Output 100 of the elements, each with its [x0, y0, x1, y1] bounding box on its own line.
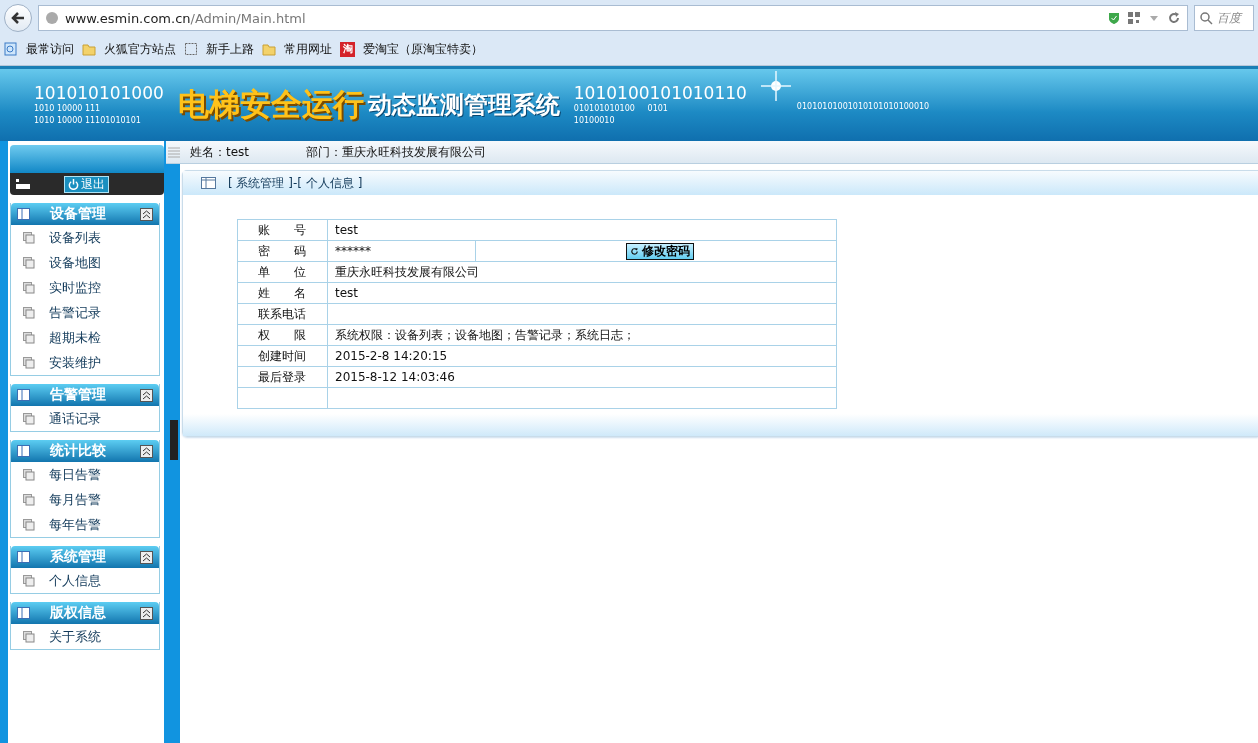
refresh-icon — [629, 246, 639, 256]
binary-text: 01010101001010101010100010 — [796, 102, 930, 111]
pages-icon — [23, 412, 35, 425]
table-cell: ****** — [327, 240, 476, 262]
chevrons-up-icon — [142, 552, 151, 562]
menu-item[interactable]: 实时监控 — [11, 275, 159, 300]
pages-icon — [23, 356, 35, 369]
system-title: 电梯安全运行 — [177, 85, 364, 124]
folder-icon — [82, 42, 96, 56]
collapse-toggle[interactable] — [140, 550, 153, 564]
pages-icon — [23, 468, 35, 481]
folder-icon — [262, 42, 276, 56]
bookmark-link[interactable]: 火狐官方站点 — [104, 40, 176, 58]
panel-icon — [17, 607, 30, 619]
chevrons-up-icon — [142, 608, 151, 618]
chevrons-up-icon — [142, 390, 151, 400]
menu-item[interactable]: 通话记录 — [11, 406, 159, 431]
collapse-toggle[interactable] — [140, 606, 153, 620]
bookmark-link[interactable]: 新手上路 — [206, 40, 254, 58]
search-icon — [1199, 11, 1213, 25]
chevrons-up-icon — [142, 446, 151, 456]
user-name: 姓名：test — [190, 143, 251, 161]
back-arrow-icon — [10, 10, 26, 26]
table-cell: 2015-8-12 14:03:46 — [327, 366, 837, 388]
search-placeholder: 百度 — [1217, 9, 1241, 27]
table-cell: test — [327, 282, 837, 304]
menu-item[interactable]: 设备列表 — [11, 225, 159, 250]
pages-icon — [23, 281, 35, 294]
change-password-button[interactable]: 修改密码 — [625, 242, 694, 260]
pages-icon — [23, 256, 35, 269]
grid-icon — [16, 179, 30, 189]
field-label: 密 码 — [237, 240, 328, 262]
panel-icon — [17, 208, 30, 220]
qr-code-icon — [1127, 11, 1141, 25]
menu-item[interactable]: 关于系统 — [11, 624, 159, 649]
binary-text: 10100010 — [573, 115, 616, 127]
system-subtitle: 动态监测管理系统 — [367, 90, 560, 121]
page-icon — [4, 42, 18, 56]
menu-item[interactable]: 每年告警 — [11, 512, 159, 537]
department-text: 部门：重庆永旺科技发展有限公司 — [306, 143, 486, 161]
bookmark-link[interactable]: 爱淘宝（原淘宝特卖） — [363, 40, 483, 58]
panel-icon — [17, 445, 30, 457]
group-title: 版权信息 — [50, 604, 107, 622]
pages-icon — [23, 493, 35, 506]
group-title: 设备管理 — [50, 205, 107, 223]
address-field[interactable]: www.esmin.com.cn/Admin/Main.html — [38, 5, 1188, 31]
shield-icon — [1107, 11, 1121, 25]
globe-icon — [45, 11, 59, 25]
grip-icon — [168, 146, 180, 158]
group-title: 统计比较 — [50, 442, 107, 460]
group-title: 系统管理 — [50, 548, 107, 566]
table-cell: 系统权限：设备列表；设备地图；告警记录；系统日志； — [327, 324, 837, 346]
field-label: 最后登录 — [237, 366, 328, 388]
field-label: 权 限 — [237, 324, 328, 346]
binary-text: 1010100101010110 — [573, 83, 747, 103]
menu-item[interactable]: 每月告警 — [11, 487, 159, 512]
menu-item[interactable]: 每日告警 — [11, 462, 159, 487]
blank-page-icon — [184, 42, 198, 56]
collapse-toggle[interactable] — [140, 207, 153, 221]
menu-item[interactable]: 超期未检 — [11, 325, 159, 350]
pages-icon — [23, 231, 35, 244]
menu-item[interactable]: 个人信息 — [11, 568, 159, 593]
panel-icon — [201, 177, 216, 189]
taobao-badge: 淘 — [340, 41, 355, 57]
collapse-toggle[interactable] — [140, 444, 153, 458]
pages-icon — [23, 518, 35, 531]
binary-text: 1010 10000 111 — [34, 103, 102, 115]
pages-icon — [23, 306, 35, 319]
table-cell: 2015-2-8 14:20:15 — [327, 345, 837, 367]
search-field[interactable]: 百度 — [1194, 5, 1254, 31]
field-label: 联系电话 — [237, 303, 328, 325]
sparkle-icon — [760, 71, 791, 101]
menu-item[interactable]: 设备地图 — [11, 250, 159, 275]
menu-item[interactable]: 安装维护 — [11, 350, 159, 375]
bookmark-link[interactable]: 常用网址 — [284, 40, 332, 58]
table-cell: 重庆永旺科技发展有限公司 — [327, 261, 837, 283]
bookmark-link[interactable]: 最常访问 — [26, 40, 74, 58]
binary-text: 010101010100 0101 — [573, 103, 669, 115]
url-text: www.esmin.com.cn/Admin/Main.html — [65, 10, 306, 26]
binary-text: 101010101000 — [34, 83, 164, 103]
pages-icon — [23, 331, 35, 344]
power-icon — [68, 178, 79, 190]
breadcrumb: [ 系统管理 ]-[ 个人信息 ] — [228, 174, 363, 192]
collapse-toggle[interactable] — [140, 388, 153, 402]
group-title: 告警管理 — [50, 386, 107, 404]
binary-text: 1010 10000 11101010101 — [34, 115, 142, 127]
field-label: 姓 名 — [237, 282, 328, 304]
logout-button[interactable]: 退出 — [64, 175, 109, 193]
field-label: 账 号 — [237, 219, 328, 241]
field-label: 单 位 — [237, 261, 328, 283]
table-cell: test — [327, 219, 837, 241]
reload-icon — [1167, 11, 1181, 25]
pages-icon — [23, 630, 35, 643]
pages-icon — [23, 574, 35, 587]
panel-icon — [17, 551, 30, 563]
menu-item[interactable]: 告警记录 — [11, 300, 159, 325]
field-label: 创建时间 — [237, 345, 328, 367]
back-button[interactable] — [4, 4, 32, 32]
chevrons-up-icon — [142, 209, 151, 219]
splitter-handle[interactable] — [170, 420, 178, 460]
